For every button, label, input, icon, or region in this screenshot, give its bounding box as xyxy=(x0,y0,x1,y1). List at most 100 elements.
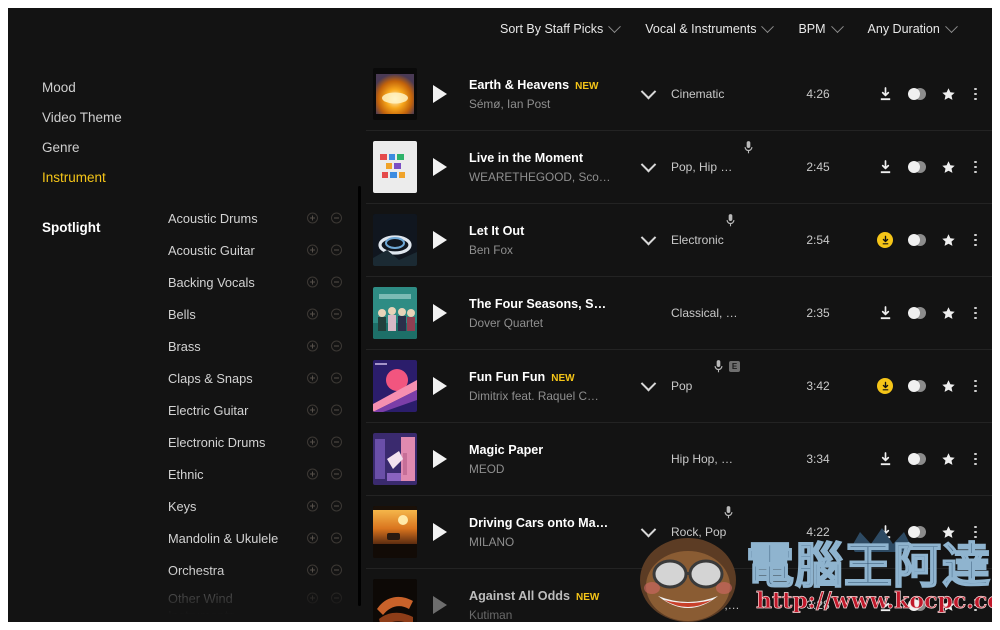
star-icon[interactable] xyxy=(941,598,956,613)
plus-circle-icon[interactable] xyxy=(307,404,318,416)
more-vertical-icon[interactable] xyxy=(971,160,980,174)
table-row[interactable]: The Four Seasons, S… Dover Quartet Class… xyxy=(366,277,992,350)
download-icon[interactable] xyxy=(878,86,893,102)
table-row[interactable]: Driving Cars onto Ma… MILANO Rock, Pop 4… xyxy=(366,496,992,569)
instrument-item-keys[interactable]: Keys xyxy=(168,490,350,522)
table-row[interactable]: Let It Out Ben Fox Electronic 2:54 xyxy=(366,204,992,277)
star-icon[interactable] xyxy=(941,525,956,540)
plus-circle-icon[interactable] xyxy=(307,372,318,384)
minus-circle-icon[interactable] xyxy=(331,276,342,288)
star-icon[interactable] xyxy=(941,306,956,321)
instrument-item-brass[interactable]: Brass xyxy=(168,330,350,362)
similar-tracks-icon[interactable] xyxy=(908,379,927,393)
star-icon[interactable] xyxy=(941,87,956,102)
play-icon[interactable] xyxy=(423,85,457,103)
minus-circle-icon[interactable] xyxy=(331,340,342,352)
more-vertical-icon[interactable] xyxy=(971,379,980,393)
instrument-item-other-wind-instruments[interactable]: Other Wind Instruments xyxy=(168,586,350,622)
plus-circle-icon[interactable] xyxy=(307,592,318,604)
more-vertical-icon[interactable] xyxy=(971,598,980,612)
minus-circle-icon[interactable] xyxy=(331,244,342,256)
sidebar-item-genre[interactable]: Genre xyxy=(42,140,80,155)
table-row[interactable]: Earth & Heavens NEW Sémø, Ian Post Cinem… xyxy=(366,58,992,131)
expand-row-button[interactable] xyxy=(629,229,667,246)
star-icon[interactable] xyxy=(941,233,956,248)
download-done-icon[interactable] xyxy=(877,378,894,394)
vertical-scrollbar[interactable] xyxy=(358,186,361,606)
star-icon[interactable] xyxy=(941,379,956,394)
more-vertical-icon[interactable] xyxy=(971,233,980,247)
star-icon[interactable] xyxy=(941,160,956,175)
more-vertical-icon[interactable] xyxy=(971,87,980,101)
plus-circle-icon[interactable] xyxy=(307,244,318,256)
table-row[interactable]: Magic Paper MEOD Hip Hop, … 3:34 xyxy=(366,423,992,496)
minus-circle-icon[interactable] xyxy=(331,212,342,224)
minus-circle-icon[interactable] xyxy=(331,500,342,512)
plus-circle-icon[interactable] xyxy=(307,212,318,224)
star-icon[interactable] xyxy=(941,452,956,467)
instrument-item-electronic-drums[interactable]: Electronic Drums xyxy=(168,426,350,458)
filter-any-duration[interactable]: Any Duration xyxy=(868,19,958,36)
download-icon[interactable] xyxy=(878,597,893,613)
expand-row-button[interactable] xyxy=(629,156,667,173)
play-icon[interactable] xyxy=(423,377,457,395)
table-row[interactable]: Against All Odds NEW Kutiman Cinematic,…… xyxy=(366,569,992,622)
minus-circle-icon[interactable] xyxy=(331,404,342,416)
play-icon[interactable] xyxy=(423,523,457,541)
instrument-item-acoustic-drums[interactable]: Acoustic Drums xyxy=(168,202,350,234)
play-icon[interactable] xyxy=(423,450,457,468)
instrument-item-acoustic-guitar[interactable]: Acoustic Guitar xyxy=(168,234,350,266)
sidebar-item-spotlight[interactable]: Spotlight xyxy=(42,220,100,235)
sidebar-item-mood[interactable]: Mood xyxy=(42,80,76,95)
download-done-icon[interactable] xyxy=(877,232,894,248)
instrument-item-electric-guitar[interactable]: Electric Guitar xyxy=(168,394,350,426)
download-icon[interactable] xyxy=(878,305,893,321)
play-icon[interactable] xyxy=(423,596,457,614)
instrument-item-mandolin-and-ukulele[interactable]: Mandolin & Ukulele xyxy=(168,522,350,554)
instrument-filter-list[interactable]: Acoustic Drums Acoustic Guitar Backing V… xyxy=(168,202,350,622)
plus-circle-icon[interactable] xyxy=(307,340,318,352)
similar-tracks-icon[interactable] xyxy=(908,452,927,466)
minus-circle-icon[interactable] xyxy=(331,372,342,384)
sidebar-item-video-theme[interactable]: Video Theme xyxy=(42,110,122,125)
filter-sort-by-staff-picks[interactable]: Sort By Staff Picks xyxy=(500,19,622,36)
minus-circle-icon[interactable] xyxy=(331,436,342,448)
more-vertical-icon[interactable] xyxy=(971,525,980,539)
plus-circle-icon[interactable] xyxy=(307,500,318,512)
expand-row-button[interactable] xyxy=(629,521,667,538)
plus-circle-icon[interactable] xyxy=(307,532,318,544)
download-icon[interactable] xyxy=(878,524,893,540)
table-row[interactable]: Live in the Moment WEARETHEGOOD, Sco… Po… xyxy=(366,131,992,204)
plus-circle-icon[interactable] xyxy=(307,276,318,288)
plus-circle-icon[interactable] xyxy=(307,308,318,320)
table-row[interactable]: Fun Fun Fun NEW Dimitrix feat. Raquel C…… xyxy=(366,350,992,423)
similar-tracks-icon[interactable] xyxy=(908,233,927,247)
similar-tracks-icon[interactable] xyxy=(908,598,927,612)
more-vertical-icon[interactable] xyxy=(971,452,980,466)
expand-row-button[interactable] xyxy=(629,83,667,100)
instrument-item-orchestra[interactable]: Orchestra xyxy=(168,554,350,586)
instrument-item-claps-and-snaps[interactable]: Claps & Snaps xyxy=(168,362,350,394)
play-icon[interactable] xyxy=(423,304,457,322)
expand-row-button[interactable] xyxy=(629,375,667,392)
filter-bpm[interactable]: BPM xyxy=(798,19,844,36)
similar-tracks-icon[interactable] xyxy=(908,87,927,101)
instrument-item-backing-vocals[interactable]: Backing Vocals xyxy=(168,266,350,298)
minus-circle-icon[interactable] xyxy=(331,564,342,576)
more-vertical-icon[interactable] xyxy=(971,306,980,320)
filter-vocal-and-instruments[interactable]: Vocal & Instruments xyxy=(645,19,775,36)
play-icon[interactable] xyxy=(423,158,457,176)
plus-circle-icon[interactable] xyxy=(307,436,318,448)
download-icon[interactable] xyxy=(878,451,893,467)
play-icon[interactable] xyxy=(423,231,457,249)
plus-circle-icon[interactable] xyxy=(307,564,318,576)
similar-tracks-icon[interactable] xyxy=(908,525,927,539)
minus-circle-icon[interactable] xyxy=(331,532,342,544)
plus-circle-icon[interactable] xyxy=(307,468,318,480)
instrument-item-ethnic[interactable]: Ethnic xyxy=(168,458,350,490)
sidebar-item-instrument[interactable]: Instrument xyxy=(42,170,106,185)
download-icon[interactable] xyxy=(878,159,893,175)
minus-circle-icon[interactable] xyxy=(331,308,342,320)
instrument-item-bells[interactable]: Bells xyxy=(168,298,350,330)
similar-tracks-icon[interactable] xyxy=(908,160,927,174)
